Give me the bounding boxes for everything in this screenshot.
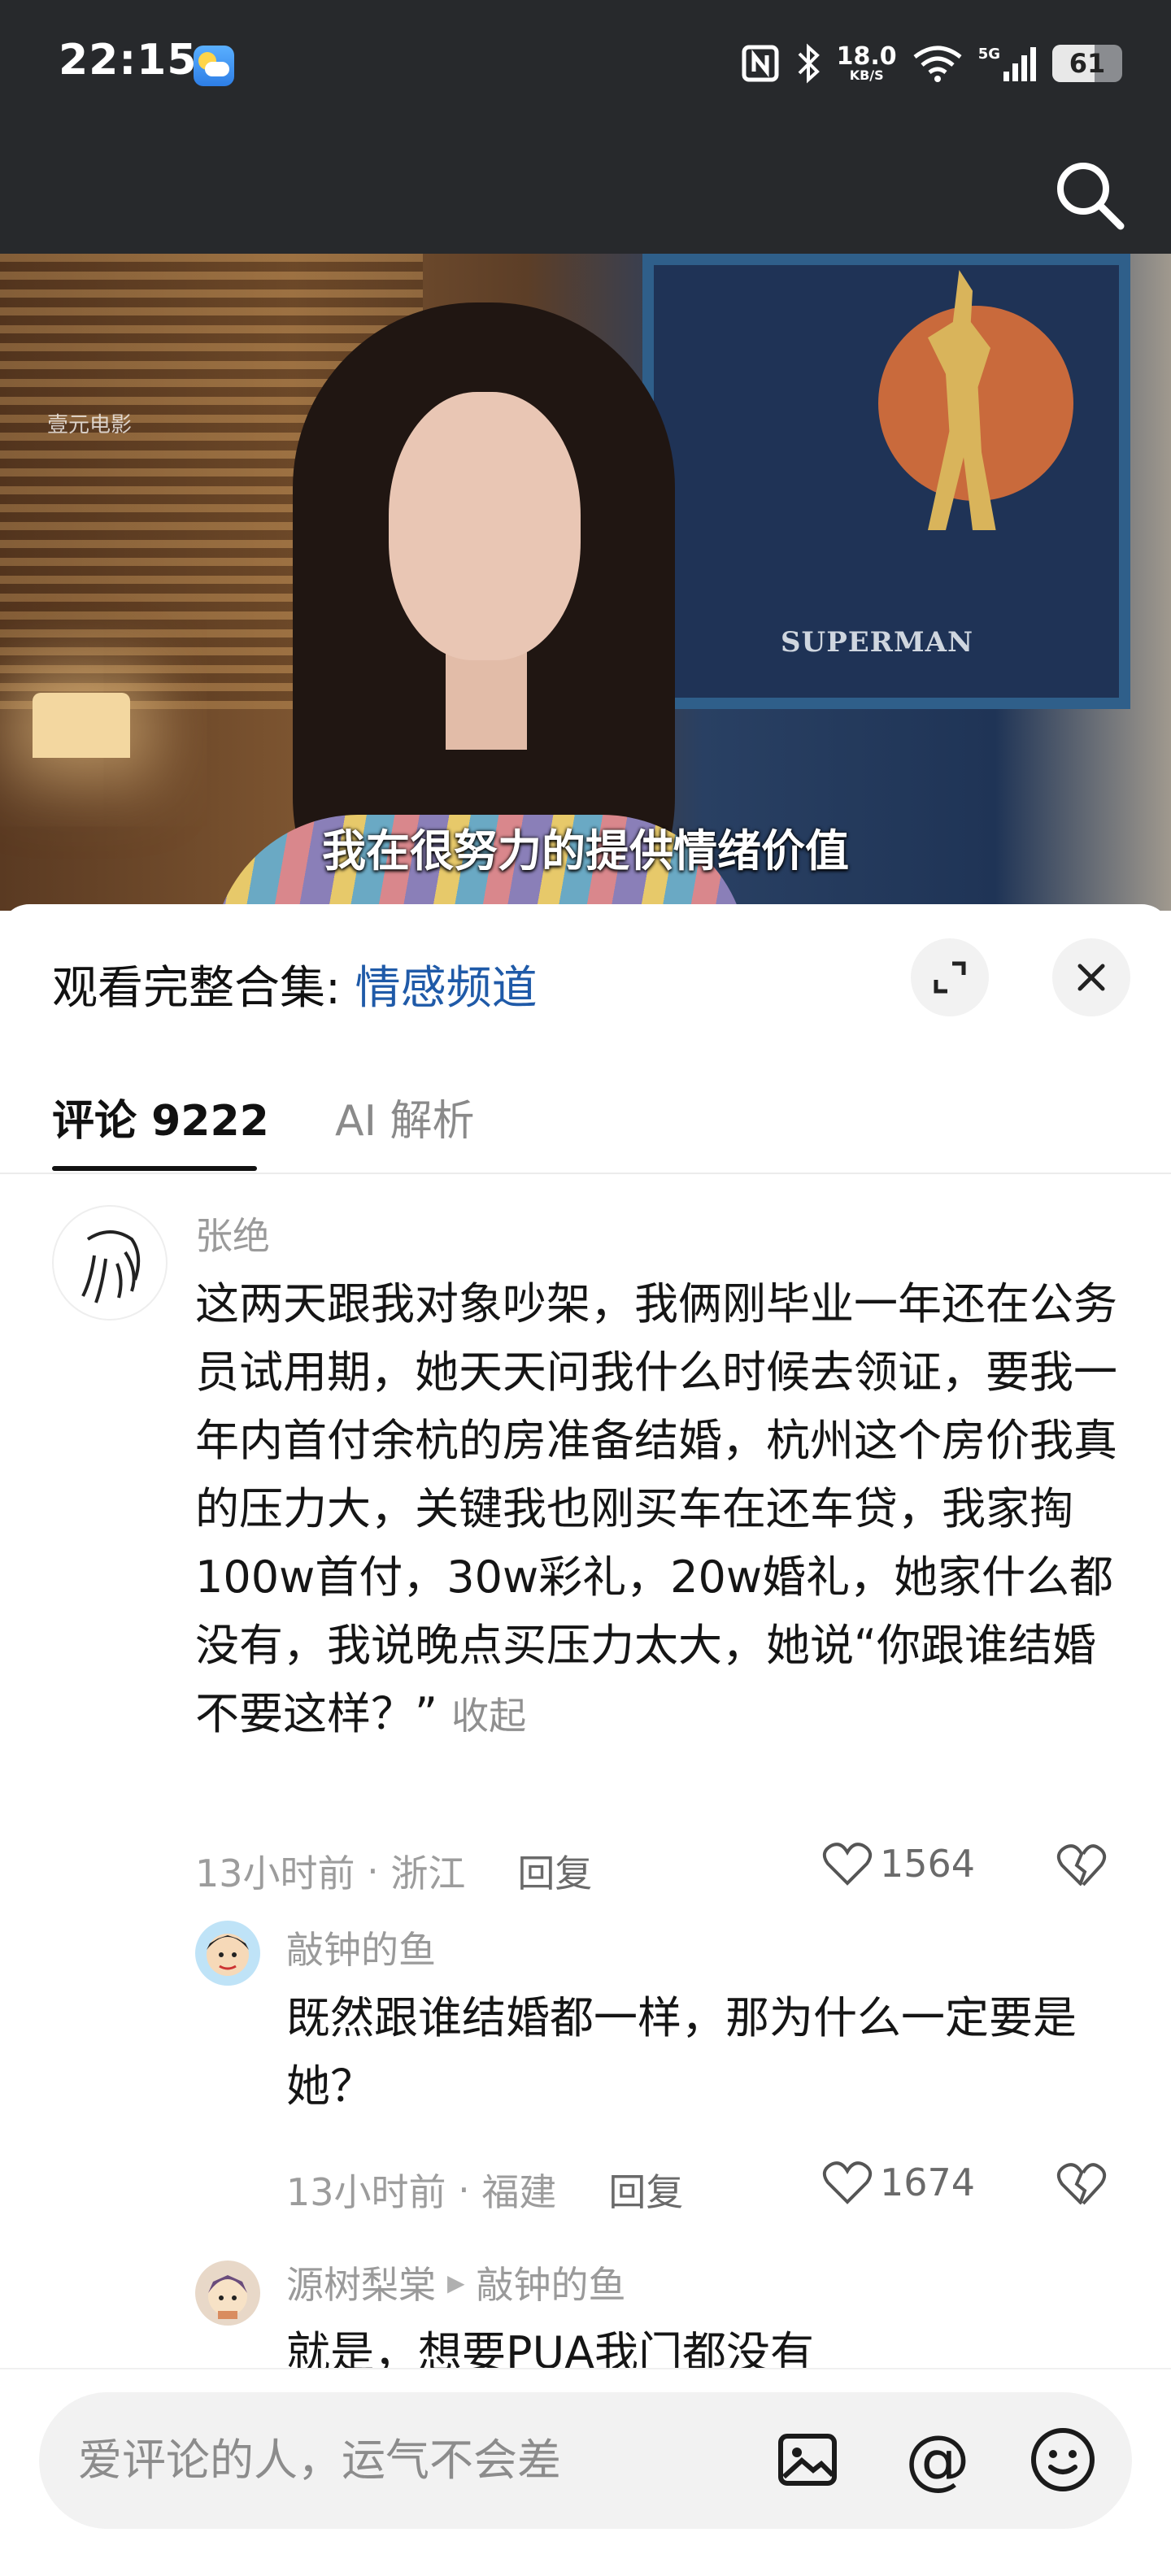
close-icon — [1077, 964, 1105, 991]
reply-arrow-icon: ▶ — [447, 2269, 465, 2296]
tab-comments[interactable]: 评论 9222 — [52, 1086, 269, 1147]
expand-icon — [934, 961, 966, 994]
avatar-cartoon-icon — [208, 2275, 247, 2319]
comment-meta: 13小时前 · 浙江 回复 — [195, 1844, 592, 1898]
like-button[interactable]: 1674 — [821, 2158, 975, 2207]
video-subtitle: 我在很努力的提供情绪价值 — [322, 825, 849, 877]
meta-separator: · — [355, 1849, 391, 1893]
wall-text: SUPERMAN — [781, 626, 974, 659]
reply-username[interactable]: 敲钟的鱼 — [286, 1921, 436, 1974]
avatar[interactable] — [195, 1921, 260, 1986]
dislike-broken-heart-icon[interactable] — [1056, 1839, 1108, 1891]
collapse-link[interactable]: 收起 — [451, 1694, 526, 1738]
nested-reply-header: 源树梨棠 ▶ 敲钟的鱼 — [286, 2256, 626, 2309]
avatar[interactable] — [195, 2261, 260, 2326]
reply-button[interactable]: 回复 — [517, 1844, 592, 1898]
cell-signal: 5G — [978, 44, 1038, 83]
active-tab-indicator — [52, 1166, 257, 1171]
weather-icon — [194, 46, 234, 86]
comment-body: 这两天跟我对象吵架，我俩刚毕业一年还在公务员试用期，她天天问我什么时候去领证，要… — [195, 1278, 1117, 1739]
emoji-icon[interactable] — [1026, 2423, 1099, 2496]
avatar[interactable] — [52, 1205, 168, 1321]
video-watermark: 壹元电影 — [47, 413, 133, 437]
comment-text: 这两天跟我对象吵架，我俩刚毕业一年还在公务员试用期，她天天问我什么时候去领证，要… — [195, 1270, 1122, 1750]
panel-tabs: 评论 9222 AI 解析 — [0, 1064, 1171, 1174]
tab-ai-analysis[interactable]: AI 解析 — [335, 1086, 474, 1147]
dislike-broken-heart-icon[interactable] — [1056, 2158, 1108, 2210]
network-speed: 18.0 KB/S — [837, 45, 897, 82]
status-indicators: 18.0 KB/S 5G 61 — [741, 39, 1122, 88]
battery-indicator: 61 — [1052, 45, 1122, 82]
meta-separator: · — [446, 2168, 482, 2212]
network-speed-value: 18.0 — [836, 42, 897, 71]
table-lamp — [33, 693, 130, 758]
person-face — [389, 392, 581, 660]
wifi-icon — [913, 46, 962, 82]
like-button[interactable]: 1564 — [821, 1839, 975, 1888]
reply-location: 福建 — [481, 2170, 557, 2214]
reply-target-username[interactable]: 敲钟的鱼 — [477, 2256, 626, 2309]
signal-bars-icon — [1003, 47, 1036, 81]
collection-title-prefix: 观看完整合集: — [52, 962, 355, 1015]
search-icon[interactable] — [1052, 158, 1125, 231]
comment-location: 浙江 — [390, 1852, 466, 1895]
video-player[interactable]: SUPERMAN 壹元电影 我在很努力的提供情绪价值 — [0, 254, 1171, 911]
heart-icon — [822, 2161, 873, 2204]
battery-level: 61 — [1069, 48, 1106, 79]
like-count: 1674 — [880, 2160, 976, 2204]
collection-link[interactable]: 情感频道 — [355, 962, 538, 1015]
app-header — [0, 130, 1171, 254]
comment-time: 13小时前 — [195, 1852, 355, 1895]
avatar-cartoon-icon — [207, 1934, 249, 1976]
bluetooth-icon — [798, 43, 820, 84]
heart-icon — [822, 1843, 873, 1886]
like-count: 1564 — [880, 1842, 976, 1886]
network-type-label: 5G — [977, 46, 1000, 63]
reply-username[interactable]: 源树梨棠 — [286, 2256, 436, 2309]
mention-icon[interactable]: @ — [901, 2423, 974, 2496]
comment-input[interactable] — [78, 2435, 729, 2486]
comment-panel: 观看完整合集: 情感频道 评论 9222 AI 解析 张绝 这两天跟我对象吵架，… — [0, 904, 1171, 2576]
expand-button[interactable] — [911, 938, 989, 1016]
network-speed-unit: KB/S — [849, 67, 884, 83]
reply-text: 既然跟谁结婚都一样，那为什么一定要是她？ — [286, 1992, 1077, 2112]
close-button[interactable] — [1052, 938, 1130, 1016]
comment-username[interactable]: 张绝 — [195, 1207, 270, 1260]
comment-input-bar: @ — [0, 2368, 1171, 2576]
reply-meta: 13小时前 · 福建 回复 — [286, 2163, 683, 2217]
status-bar: 22:15 18.0 KB/S 5G 61 — [0, 0, 1171, 130]
collection-title: 观看完整合集: 情感频道 — [52, 951, 538, 1017]
image-icon[interactable] — [771, 2423, 844, 2496]
nfc-icon — [742, 45, 779, 82]
comment-input-pill[interactable]: @ — [39, 2392, 1132, 2529]
reply-button[interactable]: 回复 — [608, 2163, 683, 2217]
reply-time: 13小时前 — [286, 2170, 446, 2214]
status-time: 22:15 — [59, 36, 198, 85]
avatar-sketch-icon — [81, 1230, 141, 1303]
